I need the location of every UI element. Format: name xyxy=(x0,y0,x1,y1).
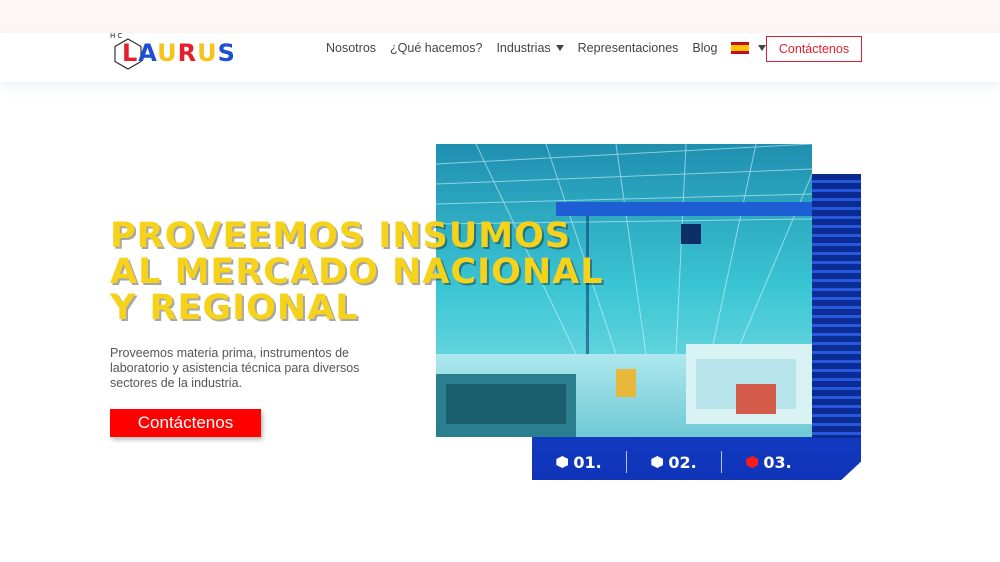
slider-pagination: 01. 02. 03. xyxy=(532,446,832,478)
hero-subtitle: Proveemos materia prima, instrumentos de… xyxy=(110,346,360,390)
logo-letter: U xyxy=(157,39,178,67)
logo-letter: U xyxy=(197,39,218,67)
nav-label: Nosotros xyxy=(326,41,377,55)
slide-indicator-2[interactable]: 02. xyxy=(627,453,721,472)
site-header: H C LAURUS Nosotros ¿Qué hacemos? Indust… xyxy=(0,32,1000,82)
nav-label: Industrias xyxy=(496,41,551,55)
logo-letter: A xyxy=(138,39,158,67)
slide-number: 02. xyxy=(668,452,697,472)
hero-title-line: AL MERCADO NACIONAL xyxy=(110,252,604,292)
nav-item-representaciones[interactable]: Representaciones xyxy=(578,41,679,55)
spain-flag-icon xyxy=(731,42,750,54)
language-selector[interactable] xyxy=(731,42,767,54)
hero-panel-texture xyxy=(812,174,861,438)
nav-item-nosotros[interactable]: Nosotros xyxy=(326,41,376,55)
hexagon-active-icon xyxy=(746,456,759,468)
slide-number: 01. xyxy=(573,452,602,472)
nav-item-blog[interactable]: Blog xyxy=(692,41,717,55)
logo-letter: R xyxy=(177,39,198,67)
hero-title: PROVEEMOS INSUMOS AL MERCADO NACIONAL Y … xyxy=(110,218,630,326)
logo-wordmark: LAURUS xyxy=(122,39,236,67)
laurus-logo[interactable]: H C LAURUS xyxy=(108,32,238,73)
nav-label: Representaciones xyxy=(577,41,679,55)
slide-number: 03. xyxy=(763,452,792,472)
contact-button-nav[interactable]: Contáctenos xyxy=(766,36,862,62)
chevron-down-icon xyxy=(555,45,564,51)
nav-label: Blog xyxy=(692,41,718,55)
top-strip xyxy=(0,0,1000,33)
nav-item-industrias[interactable]: Industrias xyxy=(496,41,564,55)
logo-hc-mark: H C xyxy=(110,32,123,40)
nav-item-que-hacemos[interactable]: ¿Qué hacemos? xyxy=(390,41,482,55)
contact-button-hero[interactable]: Contáctenos xyxy=(110,409,261,437)
nav-label: ¿Qué hacemos? xyxy=(390,41,483,55)
logo-letter: S xyxy=(217,39,236,67)
hexagon-icon xyxy=(556,456,569,468)
hexagon-icon xyxy=(651,456,664,468)
slide-indicator-3[interactable]: 03. xyxy=(722,453,816,472)
main-nav: Nosotros ¿Qué hacemos? Industrias Repres… xyxy=(326,33,778,63)
slide-indicator-1[interactable]: 01. xyxy=(532,453,626,472)
hero-title-line: PROVEEMOS INSUMOS xyxy=(110,216,572,256)
hero-title-line: Y REGIONAL xyxy=(110,288,359,328)
logo-letter: L xyxy=(122,39,139,67)
